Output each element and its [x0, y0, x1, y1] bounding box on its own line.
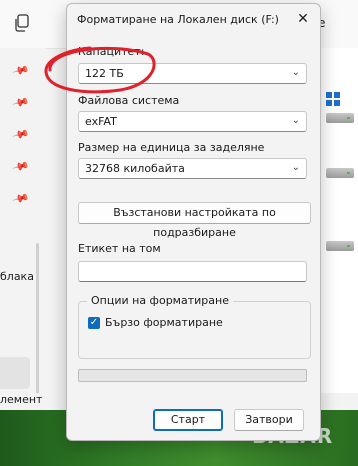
allocation-select[interactable]: 32768 килобайта ⌄	[78, 158, 307, 179]
pin-icon: 📌	[11, 61, 31, 80]
drive-icon[interactable]	[326, 168, 354, 178]
capacity-label: Капацитет:	[78, 45, 145, 58]
chevron-down-icon: ⌄	[291, 162, 300, 173]
close-button[interactable]: Затвори	[234, 409, 304, 431]
sidebar-item-label[interactable]: блака	[0, 270, 34, 283]
quick-format-checkbox[interactable]: ✓	[88, 317, 100, 329]
format-options-legend: Опции на форматиране	[87, 294, 233, 307]
format-progress-bar	[78, 369, 307, 382]
drive-icon[interactable]	[326, 113, 354, 123]
copy-icon[interactable]	[14, 14, 30, 32]
filesystem-value: exFAT	[85, 115, 117, 128]
quick-format-label[interactable]: Бързо форматиране	[105, 316, 223, 329]
allocation-label: Размер на единица за заделяне	[78, 141, 265, 154]
pin-icon: 📌	[11, 93, 31, 112]
format-dialog: Форматиране на Локален диск (F:) ✕ Капац…	[66, 3, 321, 441]
volume-label-label: Етикет на том	[78, 242, 161, 255]
restore-defaults-button[interactable]: Възстанови настройката по подразбиране	[78, 202, 311, 239]
sidebar-selected-item[interactable]	[0, 357, 30, 389]
chevron-down-icon: ⌄	[291, 67, 300, 78]
windows-logo-icon	[326, 92, 340, 106]
explorer-sidebar: 📌 📌 📌 📌 📌 блака	[0, 48, 46, 423]
capacity-value: 122 TБ	[85, 67, 124, 80]
status-text: лемент	[0, 393, 43, 406]
filesystem-label: Файлова система	[78, 94, 180, 107]
chevron-down-icon: ⌄	[291, 115, 300, 126]
dialog-title: Форматиране на Локален диск (F:)	[77, 13, 279, 26]
format-options-group: Опции на форматиране ✓ Бързо форматиране	[78, 294, 311, 359]
pin-icon: 📌	[11, 125, 31, 144]
pin-icon: 📌	[11, 157, 31, 176]
close-icon[interactable]: ✕	[291, 8, 315, 30]
volume-label-input[interactable]	[78, 261, 307, 282]
capacity-select[interactable]: 122 TБ ⌄	[78, 63, 307, 84]
dialog-titlebar[interactable]: Форматиране на Локален диск (F:) ✕	[67, 4, 320, 34]
filesystem-select[interactable]: exFAT ⌄	[78, 111, 307, 132]
allocation-value: 32768 килобайта	[85, 162, 185, 175]
drive-icon[interactable]	[326, 241, 354, 251]
pin-icon: 📌	[11, 189, 31, 208]
start-button[interactable]: Старт	[153, 409, 223, 431]
